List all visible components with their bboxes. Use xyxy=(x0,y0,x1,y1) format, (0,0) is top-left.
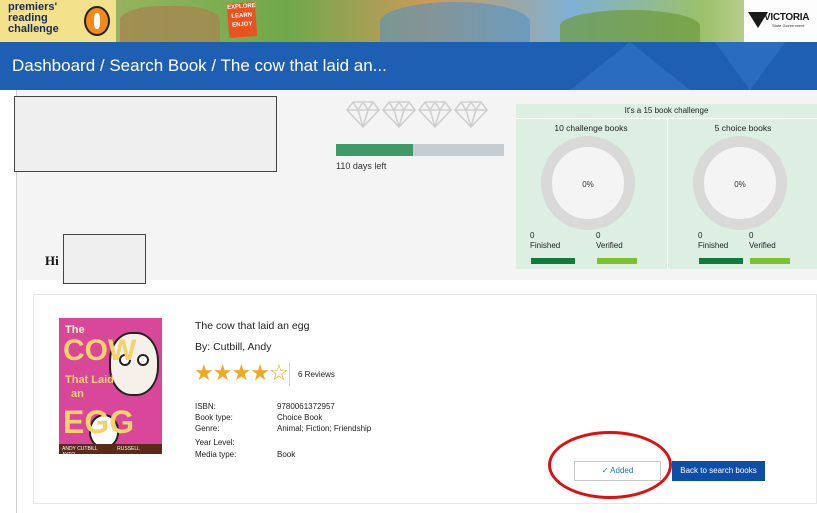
finished-bar xyxy=(531,258,575,264)
verified-count: 0 xyxy=(749,231,754,240)
star-filled-icon: ★ xyxy=(250,360,270,385)
explore-learn-enjoy-sign: EXPLORE LEARN ENJOY xyxy=(226,2,258,38)
penguin-logo-icon xyxy=(84,6,110,36)
header-banner: premiers' reading challenge EXPLORE LEAR… xyxy=(0,0,817,42)
student-avatar-redacted xyxy=(63,234,146,284)
finished-count: 0 xyxy=(530,231,535,240)
challenge-panel: It's a 15 book challenge 10 challenge bo… xyxy=(516,104,817,269)
diamond-icon xyxy=(346,100,380,128)
challenge-books-donut: 0% xyxy=(541,136,635,230)
days-left-text: 110 days left xyxy=(336,161,387,171)
book-title: The cow that laid an egg xyxy=(195,320,310,332)
cover-title-line: That Laid xyxy=(65,374,114,386)
banner-illustration xyxy=(120,6,220,42)
breadcrumb-bar: Dashboard / Search Book / The cow that l… xyxy=(0,42,817,90)
book-author: By: Cutbill, Andy xyxy=(195,341,272,353)
achievement-diamonds xyxy=(346,100,496,136)
time-progress-bar xyxy=(336,144,504,156)
star-filled-icon: ★ xyxy=(231,360,251,385)
greeting: Hi xyxy=(45,253,59,268)
verified-count: 0 xyxy=(596,231,601,240)
star-rating: ★★★★☆ xyxy=(194,360,289,385)
diamond-icon xyxy=(382,100,416,128)
finished-label: Finished xyxy=(698,241,729,250)
donut-percent: 0% xyxy=(582,180,594,189)
premiers-reading-challenge-logo[interactable]: premiers' reading challenge xyxy=(0,0,116,42)
media-type-label: Media type: xyxy=(195,450,237,459)
year-level-label: Year Level: xyxy=(195,438,235,447)
isbn-label: ISBN: xyxy=(195,402,216,411)
finished-count: 0 xyxy=(698,231,703,240)
finished-label: Finished xyxy=(530,241,561,250)
verified-bar xyxy=(597,258,637,264)
logo-text: premiers' reading challenge xyxy=(8,2,59,35)
cover-title-line: EGG xyxy=(63,404,135,440)
finished-stat: 0 Finished xyxy=(530,231,560,251)
challenge-title: It's a 15 book challenge xyxy=(624,106,709,115)
decorative-triangle xyxy=(570,42,690,90)
verified-label: Verified xyxy=(596,241,623,250)
logo-line-3: challenge xyxy=(8,23,59,35)
media-type-value: Book xyxy=(277,450,296,459)
genre-label: Genre: xyxy=(195,424,220,433)
reviews-link[interactable]: 6 Reviews xyxy=(298,370,335,379)
verified-bar xyxy=(750,258,790,264)
divider xyxy=(289,362,290,386)
choice-books-heading: 5 choice books xyxy=(714,123,772,133)
star-filled-icon: ★ xyxy=(194,360,214,385)
genre-value: Animal; Fiction; Friendship xyxy=(277,424,372,433)
decorative-triangle xyxy=(700,42,800,90)
book-cover-image: The COW That Laid an EGG ANDY CUTBILL RU… xyxy=(59,318,162,454)
annotation-circle xyxy=(548,431,672,499)
cover-title-line: an xyxy=(71,388,84,400)
star-empty-icon: ☆ xyxy=(268,360,289,385)
finished-stat: 0 Finished xyxy=(698,231,728,251)
banner-illustration xyxy=(380,2,530,42)
enjoy-word: ENJOY xyxy=(231,21,253,29)
challenge-books-heading: 10 challenge books xyxy=(554,123,628,133)
finished-bar xyxy=(699,258,743,264)
diamond-icon xyxy=(418,100,452,128)
victoria-government-logo[interactable]: VICTORIA State Government xyxy=(744,0,817,42)
cow-eye xyxy=(137,354,149,366)
back-to-search-button[interactable]: Back to search books xyxy=(672,461,765,481)
choice-books-column: 5 choice books 0% 0 Finished 0 Verified xyxy=(667,119,817,269)
breadcrumb[interactable]: Dashboard / Search Book / The cow that l… xyxy=(12,56,387,76)
book-type-label: Book type: xyxy=(195,413,233,422)
banner-illustration xyxy=(560,10,700,42)
state-government-text: State Government xyxy=(772,23,805,28)
book-type-value: Choice Book xyxy=(277,413,323,422)
star-filled-icon: ★ xyxy=(212,360,233,385)
isbn-value: 9780061372957 xyxy=(277,402,335,411)
verified-stat: 0 Verified xyxy=(596,231,623,251)
donut-percent: 0% xyxy=(734,180,746,189)
time-progress-fill xyxy=(336,144,414,156)
victoria-wordmark: VICTORIA xyxy=(764,12,810,23)
cover-title-line: COW xyxy=(63,334,137,367)
verified-stat: 0 Verified xyxy=(749,231,776,251)
cover-authors: ANDY CUTBILL RUSSELL AYTO xyxy=(59,444,162,454)
challenge-books-column: 10 challenge books 0% 0 Finished 0 Verif… xyxy=(516,119,666,269)
verified-label: Verified xyxy=(749,241,776,250)
diamond-icon xyxy=(454,100,488,128)
student-name-redacted xyxy=(14,96,277,172)
choice-books-donut: 0% xyxy=(693,136,787,230)
